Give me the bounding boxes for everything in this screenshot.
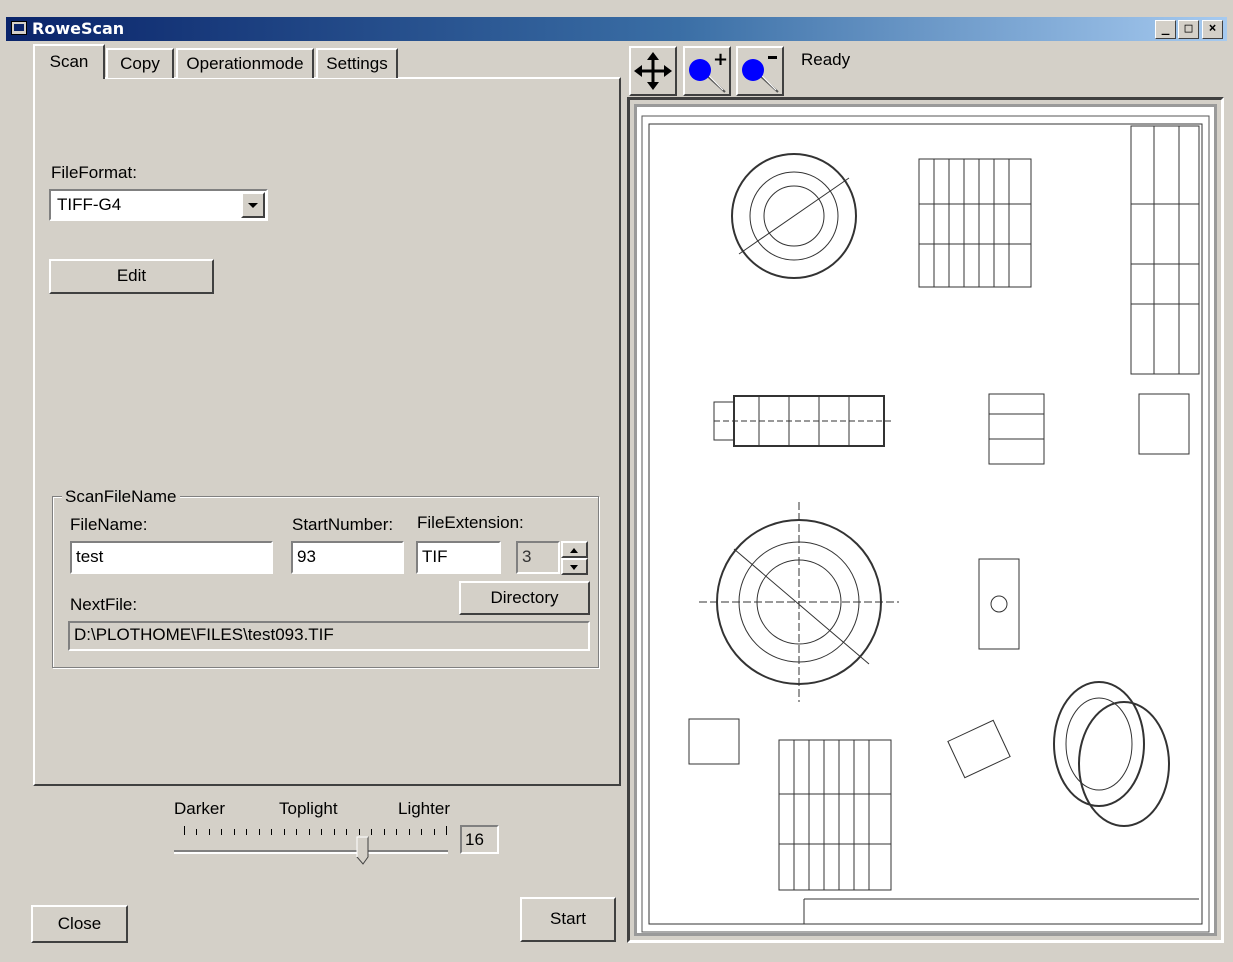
scan-file-name-group-title: ScanFileName [62,487,180,507]
edit-button[interactable]: Edit [49,259,214,294]
file-format-select[interactable]: TIFF-G4 [49,189,268,221]
file-extension-label: FileExtension: [417,513,524,532]
slider-tick [396,829,397,835]
tab-scan[interactable]: Scan [33,44,105,79]
app-icon [11,21,27,35]
zoom-in-icon: + [689,49,728,93]
slider-tick [284,829,285,835]
spin-down-icon [570,565,578,570]
toplight-value: 16 [460,825,499,854]
slider-tick [184,826,185,835]
tab-settings[interactable]: Settings [316,48,398,78]
scan-preview-image[interactable] [634,104,1217,936]
title-bar[interactable]: RoweScan _ □ × [6,17,1227,41]
svg-text:+: + [713,49,728,70]
slider-tick [434,829,435,835]
slider-ticks [184,826,447,836]
maximize-button[interactable]: □ [1178,20,1199,39]
next-file-value: D:\PLOTHOME\FILES\test093.TIF [68,621,590,651]
slider-tick [246,829,247,835]
technical-drawing-preview [641,115,1210,933]
slider-tick [271,829,272,835]
slider-tick [209,829,210,835]
slider-tick [384,829,385,835]
pan-button[interactable] [629,46,677,96]
next-file-label: NextFile: [70,595,138,614]
digits-field[interactable]: 3 [516,541,560,574]
tab-copy[interactable]: Copy [106,48,174,78]
start-button[interactable]: Start [520,897,616,942]
zoom-out-button[interactable] [736,46,784,96]
slider-tick [421,829,422,835]
darker-label: Darker [174,799,226,818]
slider-tick [446,826,447,835]
slider-tick [234,829,235,835]
file-format-value: TIFF-G4 [57,195,122,214]
start-number-label: StartNumber: [292,515,394,534]
slider-tick [221,829,222,835]
file-format-dropdown-button[interactable] [241,192,265,218]
toplight-slider[interactable] [174,836,448,866]
scan-tab-panel [33,77,621,786]
zoom-out-icon [742,56,779,93]
slider-tick [259,829,260,835]
slider-thumb[interactable] [356,836,370,866]
slider-tick [309,829,310,835]
slider-tick [371,829,372,835]
slider-tick [346,829,347,835]
spin-up-icon [570,548,578,553]
status-text: Ready [801,50,851,69]
slider-track [174,850,448,854]
toplight-label: Toplight [279,799,338,818]
slider-tick [359,829,360,835]
directory-button[interactable]: Directory [459,581,590,615]
slider-tick [196,829,197,835]
file-extension-input[interactable]: TIF [416,541,501,574]
digits-down-button[interactable] [561,558,588,575]
move-arrows-icon [634,52,672,90]
filename-label: FileName: [70,515,148,534]
close-window-button[interactable]: × [1202,20,1223,39]
lighter-label: Lighter [398,799,450,818]
start-number-input[interactable]: 93 [291,541,404,574]
filename-input[interactable]: test [70,541,273,574]
tab-operationmode[interactable]: Operationmode [176,48,314,78]
slider-tick [334,829,335,835]
file-format-label: FileFormat: [51,163,137,182]
close-button[interactable]: Close [31,905,128,943]
slider-tick [409,829,410,835]
zoom-in-button[interactable]: + [683,46,731,96]
slider-tick [296,829,297,835]
slider-tick [321,829,322,835]
chevron-down-icon [248,203,258,208]
window-title: RoweScan [32,19,125,38]
digits-up-button[interactable] [561,541,588,558]
minimize-button[interactable]: _ [1155,20,1176,39]
